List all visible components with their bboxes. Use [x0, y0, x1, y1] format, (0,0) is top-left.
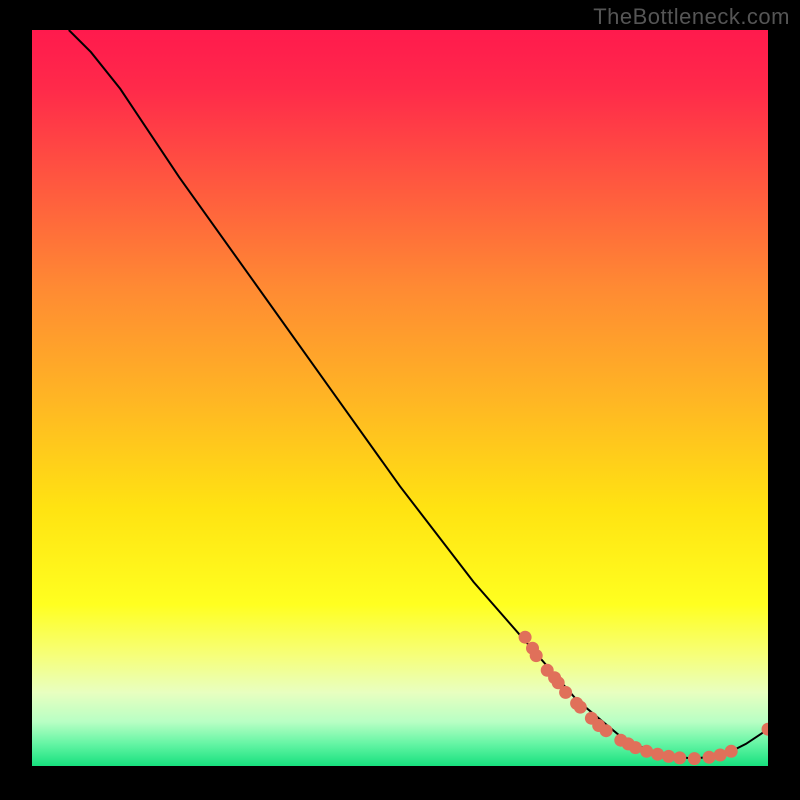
data-marker: [552, 676, 565, 689]
data-marker: [519, 631, 532, 644]
data-marker: [600, 724, 613, 737]
data-marker: [585, 712, 598, 725]
data-marker: [762, 723, 769, 736]
chart-curve: [32, 30, 768, 766]
data-marker: [651, 748, 664, 761]
data-marker: [548, 671, 561, 684]
data-marker: [725, 745, 738, 758]
chart-stage: TheBottleneck.com: [0, 0, 800, 800]
data-marker: [526, 642, 539, 655]
data-marker: [629, 741, 642, 754]
data-marker: [592, 719, 605, 732]
data-marker: [688, 752, 701, 765]
data-marker: [662, 750, 675, 763]
watermark-text: TheBottleneck.com: [593, 4, 790, 30]
data-marker: [559, 686, 572, 699]
data-markers: [519, 631, 768, 765]
data-marker: [622, 737, 635, 750]
data-marker: [530, 649, 543, 662]
data-marker: [570, 697, 583, 710]
gradient-background: [32, 30, 768, 766]
data-marker: [703, 751, 716, 764]
data-marker: [640, 745, 653, 758]
data-marker: [541, 664, 554, 677]
data-marker: [574, 701, 587, 714]
plot-area: [32, 30, 768, 766]
bottleneck-curve: [69, 30, 768, 759]
data-marker: [614, 734, 627, 747]
data-marker: [714, 749, 727, 762]
data-marker: [673, 751, 686, 764]
